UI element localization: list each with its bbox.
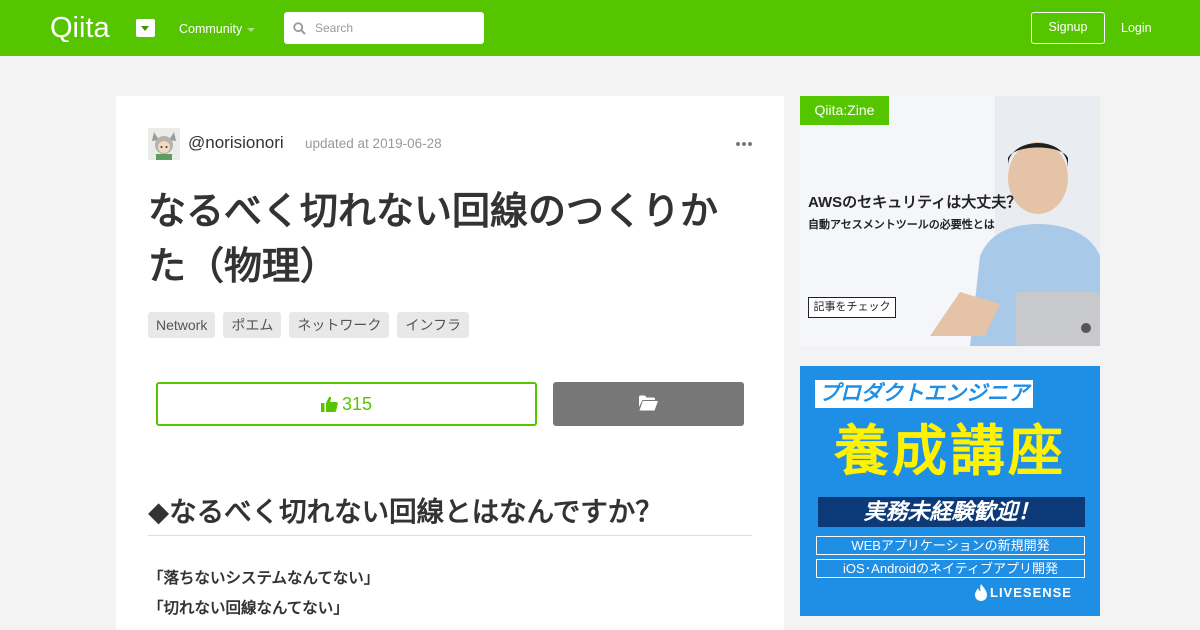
community-menu[interactable]: Community: [179, 22, 242, 36]
section-heading: ◆なるべく切れない回線とはなんですか？: [148, 496, 663, 527]
search-input[interactable]: [315, 12, 475, 44]
login-link[interactable]: Login: [1121, 21, 1152, 35]
qiita-zine-ad[interactable]: Qiita:Zine AWSのセキュリティは大丈夫？ 自動アセスメントツールの必…: [800, 96, 1100, 346]
ad-top-text: プロダクトエンジニア: [815, 380, 1033, 408]
logo-menu-toggle[interactable]: [136, 19, 155, 37]
tag-network-jp[interactable]: ネットワーク: [289, 312, 390, 338]
qiita-logo[interactable]: Qiita: [50, 12, 126, 44]
updated-date: updated at 2019-06-28: [305, 136, 442, 151]
zine-badge: Qiita:Zine: [800, 96, 889, 125]
livesense-logo: LIVESENSE: [990, 585, 1072, 600]
folder-open-icon: [639, 395, 658, 411]
ad-big-text: 養成講座: [833, 420, 1066, 482]
tag-network[interactable]: Network: [148, 312, 216, 338]
chevron-down-icon: [247, 28, 255, 32]
signup-button[interactable]: Signup: [1031, 12, 1105, 44]
search-box: [284, 12, 484, 44]
ad-headline: AWSのセキュリティは大丈夫？: [808, 194, 1022, 211]
livesense-ad[interactable]: プロダクトエンジニア 養成講座 実務未経験歓迎！ WEBアプリケーションの新規開…: [800, 366, 1100, 616]
more-options-icon[interactable]: [736, 142, 752, 146]
flame-icon: [975, 584, 987, 601]
ad-line-2: iOS･Androidのネイティブアプリ開発: [816, 559, 1085, 578]
thumbs-up-icon: [320, 396, 338, 412]
svg-text:Qiita: Qiita: [50, 12, 111, 42]
tag-poem[interactable]: ポエム: [223, 312, 282, 338]
article-card: @norisionori updated at 2019-06-28 なるべく切…: [116, 96, 784, 630]
article-title: なるべく切れない回線のつくりかた（物理）: [148, 191, 719, 288]
tag-list: Network ポエム ネットワーク インフラ: [148, 312, 469, 338]
site-header: Qiita Community Signup Login: [0, 0, 1200, 56]
avatar[interactable]: [148, 128, 180, 160]
ad-line-1: WEBアプリケーションの新規開発: [816, 536, 1085, 555]
like-count: 315: [341, 393, 373, 414]
tag-infra[interactable]: インフラ: [397, 312, 469, 338]
stock-button[interactable]: [553, 382, 744, 426]
search-icon: [293, 22, 306, 35]
author-username[interactable]: @norisionori: [188, 133, 284, 153]
like-button[interactable]: 315: [156, 382, 537, 426]
ad-subline: 自動アセスメントツールの必要性とは: [808, 219, 995, 231]
ad-mid-text: 実務未経験歓迎！: [818, 497, 1085, 527]
ad-check-button[interactable]: 記事をチェック: [808, 297, 896, 318]
body-line: 「切れない回線なんてない」: [148, 600, 349, 617]
divider: [148, 535, 752, 536]
body-line: 「落ちないシステムなんてない」: [148, 570, 380, 587]
